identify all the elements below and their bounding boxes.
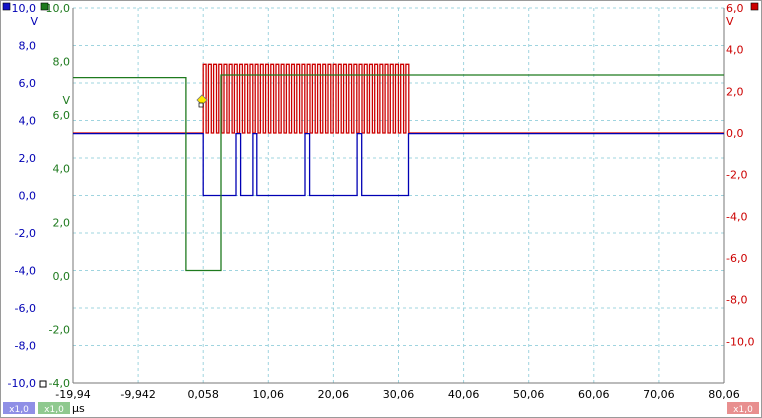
x-axis-unit: µs bbox=[72, 402, 85, 415]
x-tick-label: -19,94 bbox=[55, 388, 90, 401]
blue-tick-label: 10,0 bbox=[12, 2, 37, 15]
blue-tick-label: 6,0 bbox=[19, 77, 37, 90]
blue-tick-label: -10,0 bbox=[8, 377, 36, 390]
blue-tick-label: 8,0 bbox=[19, 40, 37, 53]
red-tick-label: 0,0 bbox=[726, 127, 744, 140]
red-scale-label: x1,0 bbox=[733, 405, 753, 415]
channel-a-marker[interactable] bbox=[2, 2, 11, 11]
x-tick-label: 50,06 bbox=[513, 388, 545, 401]
x-tick-label: 10,06 bbox=[253, 388, 285, 401]
red-tick-label: -8,0 bbox=[726, 294, 747, 307]
red-tick-label: 6,0 bbox=[726, 2, 744, 15]
x-tick-label: 40,06 bbox=[448, 388, 480, 401]
green-tick-label: 10,0 bbox=[46, 2, 71, 15]
red-tick-label: 4,0 bbox=[726, 44, 744, 57]
green-axis-unit: V bbox=[62, 94, 70, 107]
green-tick-label: 4,0 bbox=[53, 163, 71, 176]
green-tick-label: 6,0 bbox=[53, 109, 71, 122]
x-tick-label: 60,06 bbox=[578, 388, 610, 401]
blue-tick-label: 0,0 bbox=[19, 190, 37, 203]
x-tick-label: 80,06 bbox=[708, 388, 740, 401]
trigger-handle-icon[interactable] bbox=[198, 102, 204, 108]
blue-tick-label: 2,0 bbox=[19, 152, 37, 165]
blue-tick-label: -2,0 bbox=[15, 227, 36, 240]
green-tick-label: -2,0 bbox=[49, 323, 70, 336]
red-tick-label: -6,0 bbox=[726, 252, 747, 265]
x-tick-label: 0,058 bbox=[187, 388, 219, 401]
red-tick-label: -10,0 bbox=[726, 335, 754, 348]
green-tick-label: 0,0 bbox=[53, 270, 71, 283]
x-tick-label: 30,06 bbox=[383, 388, 415, 401]
blue-scale-label: x1,0 bbox=[9, 405, 29, 415]
channel-b-marker[interactable] bbox=[40, 2, 49, 11]
oscilloscope-chart: V6,04,02,00,0-2,0-4,0-6,0-8,0-10,0 V10,0… bbox=[0, 0, 762, 418]
channel-c-marker[interactable] bbox=[750, 2, 759, 11]
blue-tick-label: -6,0 bbox=[15, 302, 36, 315]
blue-tick-label: -8,0 bbox=[15, 340, 36, 353]
ruler-handle-icon[interactable] bbox=[39, 380, 47, 388]
red-tick-label: -4,0 bbox=[726, 210, 747, 223]
x-tick-label: 70,06 bbox=[643, 388, 675, 401]
red-axis-unit: V bbox=[726, 15, 734, 28]
red-tick-label: 2,0 bbox=[726, 85, 744, 98]
green-tick-label: 8,0 bbox=[53, 56, 71, 69]
chart-frame bbox=[0, 0, 762, 418]
blue-tick-label: -4,0 bbox=[15, 265, 36, 278]
blue-axis-unit: V bbox=[30, 15, 38, 28]
blue-tick-label: 4,0 bbox=[19, 115, 37, 128]
green-tick-label: 2,0 bbox=[53, 216, 71, 229]
green-scale-label: x1,0 bbox=[44, 405, 64, 415]
x-tick-label: -9,942 bbox=[120, 388, 155, 401]
red-tick-label: -2,0 bbox=[726, 169, 747, 182]
x-tick-label: 20,06 bbox=[318, 388, 350, 401]
